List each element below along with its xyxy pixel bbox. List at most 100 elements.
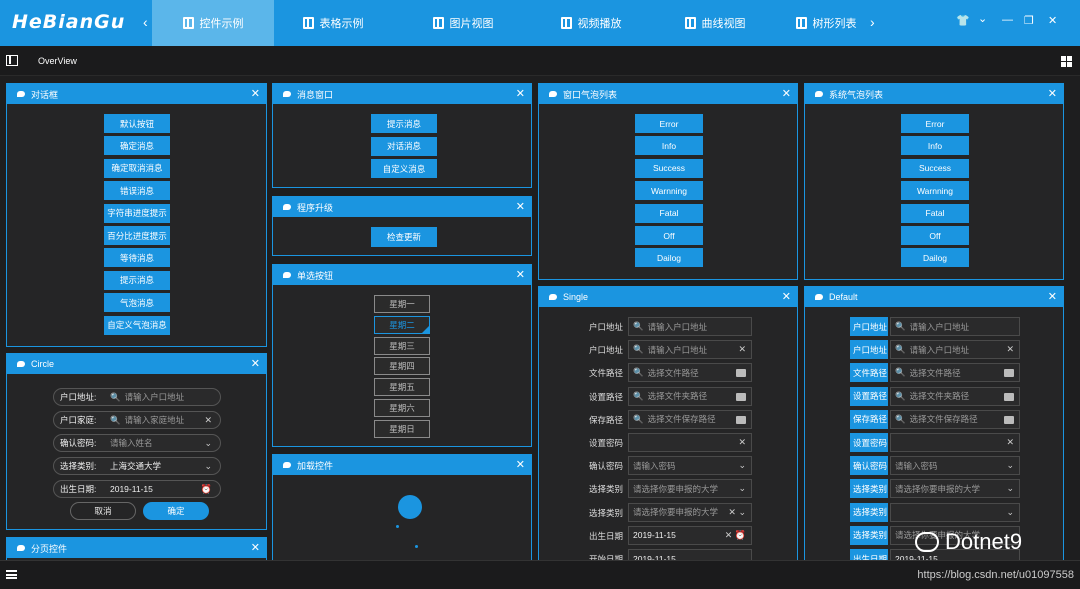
field-action-icon[interactable]: ✕ [738,344,746,355]
circle-field[interactable]: 确认密码: 请输入姓名 ⌄ [53,434,221,452]
form-field[interactable]: ✕ [890,433,1020,452]
weekday-radio[interactable]: 星期日 [374,419,430,438]
bubble-button[interactable]: Dailog [901,248,969,268]
message-button[interactable]: 对话消息 [371,136,437,156]
bubble-button[interactable]: Fatal [635,203,703,223]
cancel-button[interactable]: 取消 [70,502,136,520]
grid-view-icon[interactable] [1061,56,1072,67]
bubble-button[interactable]: Success [901,158,969,178]
circle-field[interactable]: 选择类别: 上海交通大学 ⌄ [53,457,221,475]
bubble-button[interactable]: Off [635,226,703,245]
field-action-icon[interactable]: ✕ [1006,344,1014,355]
close-icon[interactable]: ✕ [251,87,260,100]
form-field[interactable]: ✕ [628,433,752,452]
circle-field[interactable]: 户口地址: 🔍 请输入户口地址 [53,388,221,406]
field-action-icon[interactable]: ✕ [738,437,746,448]
bubble-button[interactable]: Warnning [635,181,703,201]
weekday-radio[interactable]: 星期三 [374,336,430,355]
restore-icon[interactable]: ❐ [1024,14,1034,27]
close-icon[interactable]: ✕ [782,290,791,303]
folder-icon[interactable] [736,392,746,401]
field-action-icon[interactable]: ⌄ [738,483,746,494]
close-icon[interactable]: ✕ [251,357,260,370]
field-action-icon[interactable]: ✕ [204,415,212,426]
folder-icon[interactable] [1004,415,1014,424]
dialog-button[interactable]: 自定义气泡消息 [104,315,170,335]
bubble-button[interactable]: Fatal [901,203,969,223]
field-action-icon[interactable]: ⏰ [201,484,212,495]
tab-image[interactable]: 图片视图 [418,0,508,46]
close-icon[interactable]: ✕ [782,87,791,100]
bubble-button[interactable]: Error [901,114,969,133]
weekday-radio[interactable]: 星期四 [374,357,430,376]
sidebar-toggle-icon[interactable] [6,55,18,66]
close-icon[interactable]: ✕ [516,87,525,100]
close-icon[interactable]: ✕ [516,268,525,281]
close-icon[interactable]: ✕ [516,200,525,213]
weekday-radio[interactable]: 星期五 [374,378,430,397]
field-action-icon[interactable]: ✕ ⌄ [728,507,746,518]
tab-video[interactable]: 视频播放 [546,0,636,46]
field-action-icon[interactable]: ✕ [1006,437,1014,448]
form-field[interactable]: 请选择你要申报的大学 ✕ ⌄ [628,502,752,522]
form-field[interactable]: ⌄ [890,502,1020,522]
close-icon[interactable]: ✕ [516,458,525,471]
dialog-button[interactable]: 确定取消消息 [104,158,170,178]
folder-icon[interactable] [736,415,746,424]
form-field[interactable]: 请输入密码 ⌄ [628,456,752,476]
minimize-icon[interactable]: — [1002,14,1013,26]
form-field[interactable]: 🔍 请输入户口地址 [890,317,1020,336]
form-field[interactable]: 请输入密码 ⌄ [890,456,1020,476]
bubble-button[interactable]: Info [635,136,703,156]
circle-field[interactable]: 出生日期: 2019-11-15 ⏰ [53,480,221,498]
close-icon[interactable]: ✕ [1048,87,1057,100]
field-action-icon[interactable]: ⌄ [204,461,212,472]
dialog-button[interactable]: 提示消息 [104,270,170,290]
dialog-button[interactable]: 确定消息 [104,136,170,156]
bubble-button[interactable]: Dailog [635,248,703,268]
tab-tree[interactable]: 树形列表 [790,0,862,46]
bubble-button[interactable]: Error [635,114,703,133]
chevron-down-icon[interactable]: ⌄ [978,12,987,25]
tabs-prev-button[interactable]: ‹ [143,14,148,30]
dialog-button[interactable]: 默认按钮 [104,114,170,133]
field-action-icon[interactable]: ⌄ [738,460,746,471]
field-action-icon[interactable]: ⌄ [1006,460,1014,471]
form-field[interactable]: 🔍 选择文件夹路径 [628,386,752,406]
field-action-icon[interactable]: ⌄ [204,438,212,449]
tab-controls[interactable]: 控件示例 [152,0,274,46]
dialog-button[interactable]: 等待消息 [104,248,170,268]
field-action-icon[interactable]: ✕ ⏰ [725,530,746,541]
form-field[interactable]: 🔍 选择文件夹路径 [890,386,1020,406]
close-icon[interactable]: ✕ [251,541,260,554]
field-action-icon[interactable]: ⌄ [1006,483,1014,494]
ok-button[interactable]: 确定 [143,502,209,520]
form-field[interactable]: 🔍 请输入户口地址 ✕ [628,340,752,360]
menu-icon[interactable] [6,570,17,579]
bubble-button[interactable]: Success [635,158,703,178]
close-icon[interactable]: ✕ [1048,14,1057,27]
message-button[interactable]: 自定义消息 [371,159,437,178]
message-button[interactable]: 提示消息 [371,114,437,133]
field-action-icon[interactable]: ⌄ [1006,507,1014,518]
folder-icon[interactable] [1004,392,1014,401]
form-field[interactable]: 🔍 选择文件路径 [628,363,752,383]
form-field[interactable]: 🔍 请输入户口地址 [628,317,752,336]
weekday-radio[interactable]: 星期六 [374,399,430,417]
form-field[interactable]: 2019-11-15 ✕ ⏰ [628,525,752,545]
dialog-button[interactable]: 百分比进度提示 [104,226,170,245]
form-field[interactable]: 🔍 请输入户口地址 ✕ [890,340,1020,360]
bubble-button[interactable]: Warnning [901,181,969,201]
form-field[interactable]: 🔍 选择文件保存路径 [890,409,1020,429]
circle-field[interactable]: 户口家庭: 🔍 请输入家庭地址 ✕ [53,411,221,429]
dialog-button[interactable]: 字符串进度提示 [104,203,170,223]
folder-icon[interactable] [1004,369,1014,378]
close-icon[interactable]: ✕ [1048,290,1057,303]
tabs-next-button[interactable]: › [870,14,875,30]
dialog-button[interactable]: 错误消息 [104,181,170,201]
tab-curve[interactable]: 曲线视图 [670,0,760,46]
form-field[interactable]: 请选择你要申报的大学 ⌄ [890,479,1020,499]
bubble-button[interactable]: Info [901,136,969,156]
bubble-button[interactable]: Off [901,226,969,245]
tab-table[interactable]: 表格示例 [288,0,378,46]
